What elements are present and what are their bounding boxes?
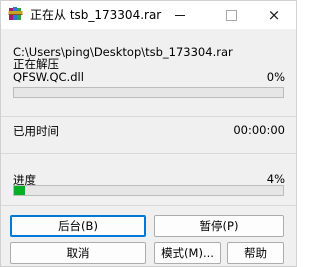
total-progress-fill	[14, 186, 25, 195]
minimize-button[interactable]	[157, 1, 203, 29]
maximize-icon	[225, 9, 237, 21]
maximize-button[interactable]	[208, 1, 254, 29]
extraction-window: 正在从 tsb_173304.rar × C:\Users\ping\Deskt…	[0, 0, 297, 267]
close-icon: ×	[267, 5, 281, 24]
title-bar[interactable]: 正在从 tsb_173304.rar ×	[1, 1, 296, 29]
file-progress-section: C:\Users\ping\Desktop\tsb_173304.rar 正在解…	[1, 29, 296, 117]
file-progress-bar	[13, 87, 284, 98]
minimize-icon	[175, 14, 185, 16]
close-button[interactable]: ×	[251, 1, 297, 29]
file-percent: 0%	[266, 70, 285, 84]
elapsed-time-value: 00:00:00	[233, 123, 285, 137]
cancel-button[interactable]: 取消	[10, 242, 146, 264]
winrar-books-icon	[8, 7, 23, 20]
help-button[interactable]: 帮助	[227, 242, 284, 264]
divider	[1, 153, 296, 154]
mode-button[interactable]: 模式(M)...	[154, 242, 221, 264]
total-progress-bar	[13, 185, 284, 196]
window-title: 正在从 tsb_173304.rar	[30, 8, 162, 22]
pause-button[interactable]: 暂停(P)	[154, 215, 284, 237]
current-file-name: QFSW.QC.dll	[13, 70, 84, 84]
background-button[interactable]: 后台(B)	[10, 215, 146, 237]
elapsed-time-label: 已用时间	[13, 124, 59, 138]
total-progress-percent: 4%	[266, 172, 285, 186]
divider	[1, 205, 296, 206]
